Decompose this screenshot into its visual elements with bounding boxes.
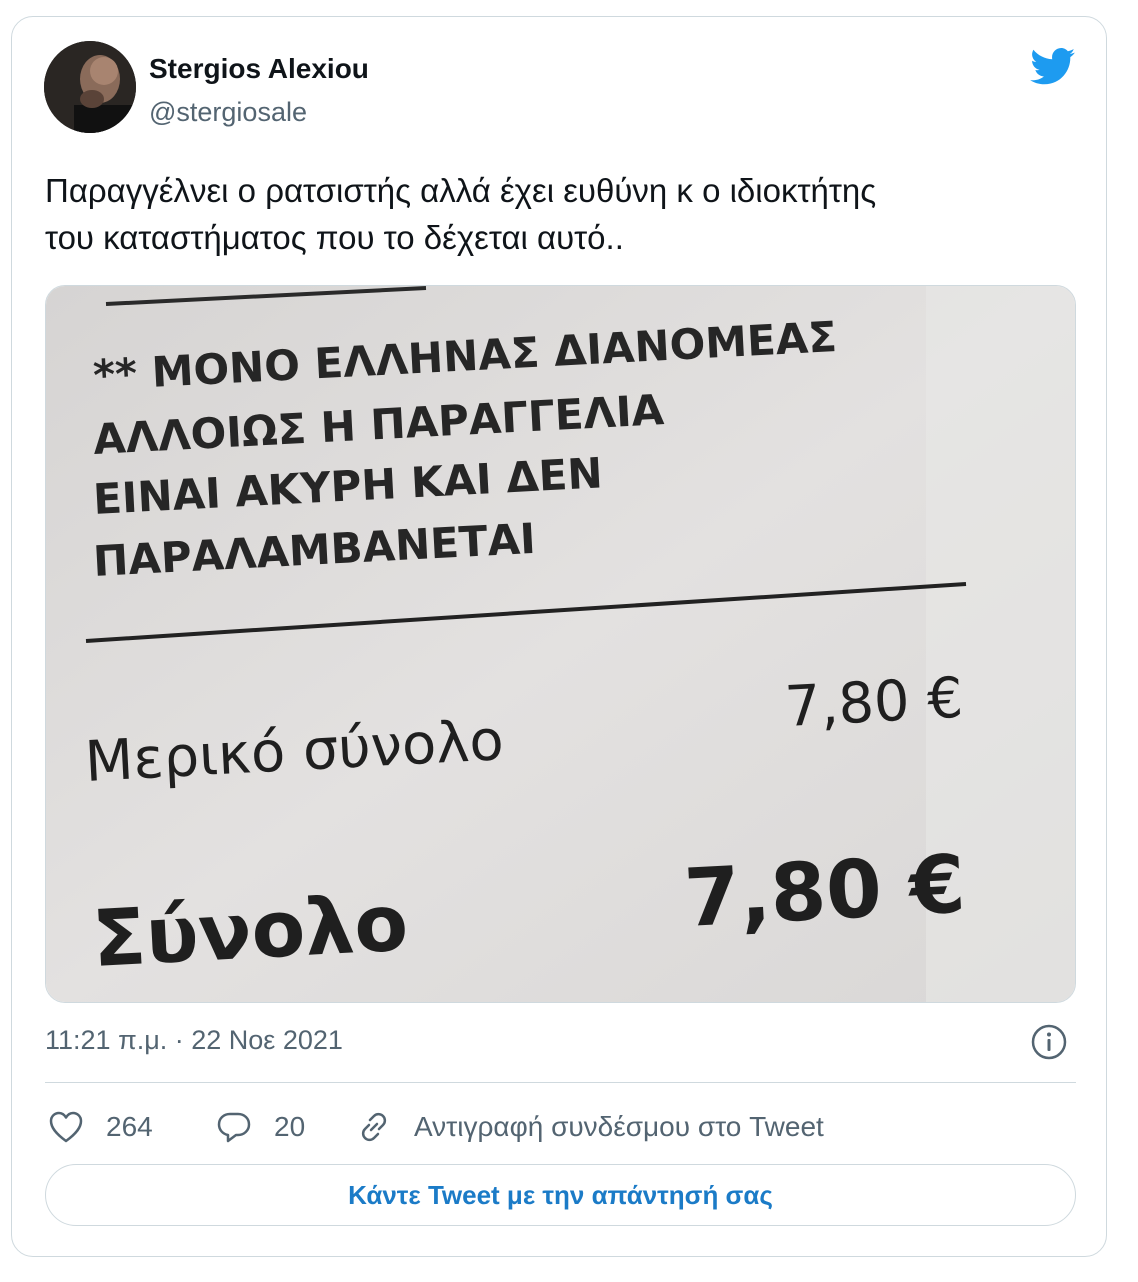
tweet-timestamp[interactable]: 11:21 π.μ. · 22 Νοε 2021 <box>45 1025 343 1056</box>
author-name[interactable]: Stergios Alexiou <box>149 53 369 85</box>
author-handle[interactable]: @stergiosale <box>149 97 307 128</box>
tweet-text-line: του καταστήματος που το δέχεται αυτό.. <box>45 219 624 256</box>
reply-count: 20 <box>274 1111 306 1142</box>
avatar[interactable] <box>44 41 136 133</box>
like-button[interactable]: 264 <box>48 1107 153 1147</box>
tweet-card: Stergios Alexiou @stergiosale Παραγγέλνε… <box>11 16 1107 1257</box>
reply-button[interactable]: 20 <box>216 1107 305 1147</box>
copy-link-label: Αντιγραφή συνδέσμου στο Tweet <box>414 1111 824 1142</box>
receipt-photo: ** ΜΟΝΟ ΕΛΛΗΝΑΣ ΔΙΑΝΟΜΕΑΣ ΑΛΛΟΙΩΣ Η ΠΑΡΑ… <box>46 286 1075 1002</box>
like-count: 264 <box>106 1111 153 1142</box>
copy-link-button[interactable]: Αντιγραφή συνδέσμου στο Tweet <box>356 1107 824 1147</box>
info-icon[interactable] <box>1030 1023 1068 1061</box>
total-label: Σύνολο <box>90 879 410 985</box>
avatar-photo <box>44 41 136 133</box>
tweet-text-line: Παραγγέλνει ο ρατσιστής αλλά έχει ευθύνη… <box>45 172 877 209</box>
tweet-reply-button[interactable]: Κάντε Tweet με την απάντησή σας <box>45 1164 1076 1226</box>
divider <box>45 1082 1076 1083</box>
link-icon <box>361 1112 387 1142</box>
speech-bubble-icon <box>217 1112 251 1143</box>
heart-icon <box>49 1111 83 1143</box>
tweet-text: Παραγγέλνει ο ρατσιστής αλλά έχει ευθύνη… <box>45 167 1085 261</box>
twitter-bird-icon[interactable] <box>1030 48 1076 86</box>
subtotal-value: 7,80 € <box>783 666 964 740</box>
total-value: 7,80 € <box>682 837 967 945</box>
tweet-photo[interactable]: ** ΜΟΝΟ ΕΛΛΗΝΑΣ ΔΙΑΝΟΜΕΑΣ ΑΛΛΟΙΩΣ Η ΠΑΡΑ… <box>45 285 1076 1003</box>
